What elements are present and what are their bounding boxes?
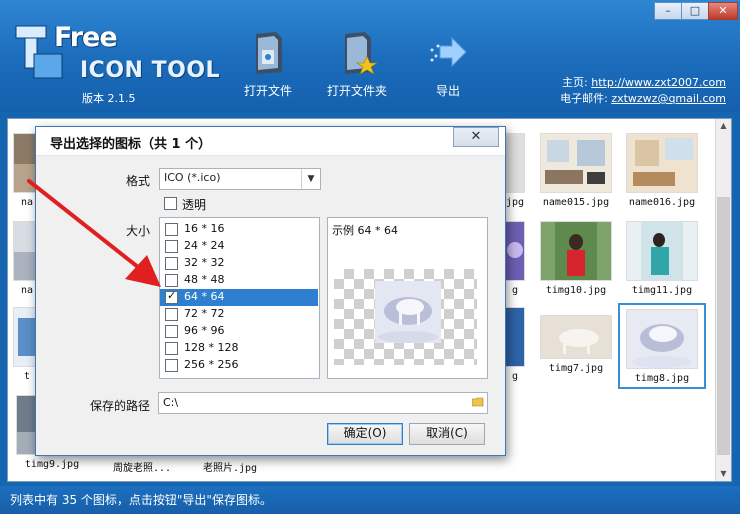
minimize-icon: – — [665, 4, 671, 17]
chevron-down-icon: ▼ — [301, 169, 320, 189]
size-option-label: 64 * 64 — [184, 290, 225, 303]
transparent-label: 透明 — [182, 198, 207, 212]
homepage-label: 主页: — [562, 76, 588, 89]
app-header: Free ICON TOOL 版本 2.1.5 打开文件 打开文件夹 导出 主页… — [0, 0, 740, 112]
dialog-title: 导出选择的图标（共 1 个） — [50, 137, 212, 152]
app-version: 版本 2.1.5 — [82, 92, 136, 105]
close-icon: ✕ — [718, 4, 728, 17]
size-option[interactable]: 72 * 72 — [160, 306, 318, 323]
item-caption: timg11.jpg — [631, 285, 693, 296]
open-folder-button[interactable]: 打开文件夹 — [324, 30, 390, 106]
thumbnail-image — [626, 133, 698, 193]
homepage-info: 主页: http://www.zxt2007.com — [562, 74, 726, 90]
maximize-icon: □ — [689, 4, 701, 17]
size-option-label: 72 * 72 — [184, 307, 225, 320]
maximize-button[interactable]: □ — [681, 2, 709, 20]
thumbnail-image — [626, 221, 698, 281]
size-list[interactable]: 16 * 16 24 * 24 32 * 32 48 * 48 ✓ 64 * 6… — [159, 217, 320, 379]
list-item-selected[interactable]: timg8.jpg — [618, 303, 706, 389]
size-option-label: 32 * 32 — [184, 256, 225, 269]
size-checkbox[interactable] — [165, 308, 178, 321]
thumbnail-image — [626, 309, 698, 369]
size-option-label: 48 * 48 — [184, 273, 225, 286]
export-arrow-icon — [430, 36, 467, 68]
ok-button[interactable]: 确定(O) — [327, 423, 403, 445]
open-file-label: 打开文件 — [243, 84, 292, 98]
export-button[interactable]: 导出 — [418, 30, 478, 106]
thumbnail-image — [540, 221, 612, 281]
size-option[interactable]: 16 * 16 — [160, 221, 318, 238]
thumbnail-image — [505, 133, 525, 193]
list-item[interactable]: name015.jpg — [534, 133, 618, 208]
size-option-label: 16 * 16 — [184, 222, 225, 235]
thumbnail-image — [505, 221, 525, 281]
save-path-label: 保存的路径 — [90, 399, 151, 413]
save-path-value: C:\ — [163, 396, 179, 409]
size-checkbox[interactable] — [165, 359, 178, 372]
thumbnail-image — [540, 133, 612, 193]
email-link[interactable]: zxtwzwz@qmail.com — [611, 92, 726, 105]
preview-panel: 示例 64 * 64 — [327, 217, 488, 379]
status-bar: 列表中有 35 个图标，点击按钮"导出"保存图标。 — [0, 486, 740, 514]
item-caption: name015.jpg — [542, 197, 610, 208]
size-option[interactable]: 96 * 96 — [160, 323, 318, 340]
item-caption: timg10.jpg — [545, 285, 607, 296]
email-label: 电子邮件: — [560, 92, 608, 105]
format-select[interactable]: ICO (*.ico) ▼ — [159, 168, 321, 190]
item-caption: timg8.jpg — [634, 373, 690, 384]
app-logo: Free ICON TOOL 版本 2.1.5 — [14, 18, 224, 105]
homepage-link[interactable]: http://www.zxt2007.com — [591, 76, 726, 89]
close-button[interactable]: ✕ — [708, 2, 738, 20]
size-checkbox[interactable] — [165, 325, 178, 338]
thumbnail-image — [540, 315, 612, 359]
size-option-label: 128 * 128 — [184, 341, 239, 354]
size-option-label: 96 * 96 — [184, 324, 225, 337]
item-caption: 周旋老照... — [112, 463, 172, 474]
size-option[interactable]: 128 * 128 — [160, 340, 318, 357]
list-item[interactable]: timg7.jpg — [534, 315, 618, 374]
annotation-arrow-icon — [27, 179, 161, 287]
close-icon: ✕ — [470, 129, 482, 144]
scroll-up-icon[interactable]: ▲ — [716, 119, 731, 133]
logo-free-text: Free — [54, 22, 118, 53]
email-info: 电子邮件: zxtwzwz@qmail.com — [560, 90, 726, 106]
list-item[interactable]: name016.jpg — [620, 133, 704, 208]
thumbnail-image — [505, 307, 525, 367]
item-caption: timg7.jpg — [548, 363, 604, 374]
size-option-label: 24 * 24 — [184, 239, 225, 252]
list-item[interactable]: timg10.jpg — [534, 221, 618, 296]
size-option[interactable]: 32 * 32 — [160, 255, 318, 272]
size-option[interactable]: 48 * 48 — [160, 272, 318, 289]
size-option[interactable]: 24 * 24 — [160, 238, 318, 255]
size-option[interactable]: 256 * 256 — [160, 357, 318, 374]
export-label: 导出 — [435, 84, 460, 98]
list-item[interactable]: timg11.jpg — [620, 221, 704, 296]
dialog-titlebar[interactable]: 导出选择的图标（共 1 个） ✕ — [36, 127, 505, 156]
item-caption: name016.jpg — [628, 197, 696, 208]
open-folder-icon — [345, 32, 377, 75]
folder-browse-icon[interactable] — [472, 397, 484, 407]
size-option-label: 256 * 256 — [184, 358, 239, 371]
size-option-selected[interactable]: ✓ 64 * 64 — [160, 289, 318, 306]
save-path-input[interactable]: C:\ — [158, 392, 488, 414]
transparency-checkerboard — [334, 269, 477, 365]
dialog-close-button[interactable]: ✕ — [453, 127, 499, 147]
open-folder-label: 打开文件夹 — [326, 84, 387, 98]
size-checkbox[interactable] — [165, 342, 178, 355]
item-caption: timg9.jpg — [24, 459, 80, 470]
scroll-down-icon[interactable]: ▼ — [716, 467, 731, 481]
preview-image — [375, 281, 441, 343]
preview-label: 示例 64 * 64 — [332, 224, 398, 237]
open-file-icon — [256, 32, 282, 74]
logo-name-text: ICON TOOL — [80, 58, 221, 83]
list-scrollbar[interactable]: ▲ ▼ — [715, 119, 731, 481]
scroll-thumb[interactable] — [717, 197, 730, 455]
minimize-button[interactable]: – — [654, 2, 682, 20]
open-file-button[interactable]: 打开文件 — [238, 30, 298, 106]
item-caption: 老照片.jpg — [202, 463, 258, 474]
cancel-button[interactable]: 取消(C) — [409, 423, 485, 445]
